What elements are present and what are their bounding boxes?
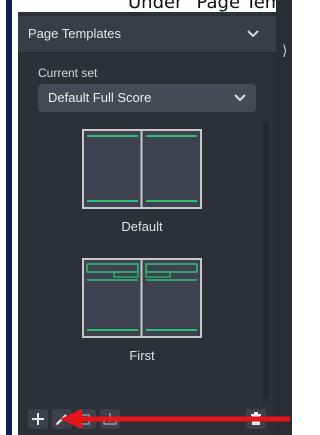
edit-template-button[interactable] xyxy=(52,409,72,429)
current-set-value: Default Full Score xyxy=(48,90,152,105)
export-icon xyxy=(103,413,117,425)
chevron-down-icon xyxy=(234,94,246,102)
trash-icon xyxy=(251,412,261,425)
panel-title: Page Templates xyxy=(28,26,121,41)
scrollbar-thumb[interactable] xyxy=(263,122,269,397)
chevron-down-icon[interactable] xyxy=(246,28,260,40)
plus-icon xyxy=(32,413,44,425)
export-template-button[interactable] xyxy=(100,409,120,429)
template-name-first: First xyxy=(129,348,155,363)
add-template-button[interactable] xyxy=(28,409,48,429)
templates-toolbar xyxy=(18,404,276,435)
collapsed-side-strip[interactable]: ⟩ xyxy=(276,0,292,435)
template-thumbnail-first[interactable] xyxy=(82,258,202,338)
delete-template-button[interactable] xyxy=(246,409,266,429)
left-edge xyxy=(0,0,18,435)
chevron-right-icon[interactable]: ⟩ xyxy=(282,43,287,59)
panel-header[interactable]: Page Templates xyxy=(18,16,276,53)
current-set-label: Current set xyxy=(38,66,98,80)
current-set-select[interactable]: Default Full Score xyxy=(38,84,256,112)
template-thumbnail-default[interactable] xyxy=(82,129,202,209)
import-icon xyxy=(79,414,93,425)
template-name-default: Default xyxy=(121,219,163,234)
pencil-icon xyxy=(56,414,67,425)
import-template-button[interactable] xyxy=(76,409,96,429)
page-templates-panel: Page Templates Current set Default Full … xyxy=(18,12,276,435)
